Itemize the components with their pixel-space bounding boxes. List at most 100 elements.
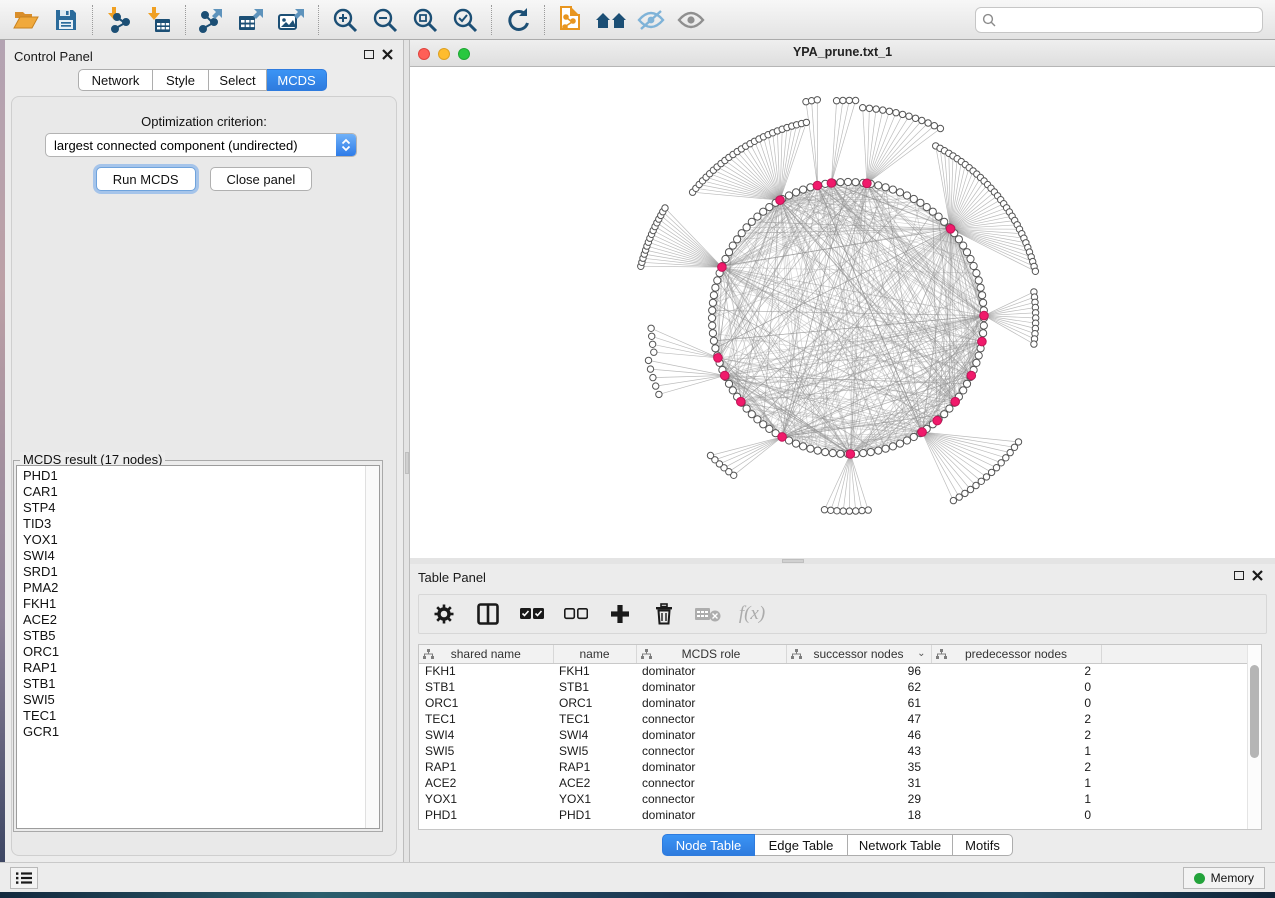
table-cell[interactable]: 96: [786, 663, 931, 679]
mcds-result-list[interactable]: PHD1CAR1STP4TID3YOX1SWI4SRD1PMA2FKH1ACE2…: [16, 465, 380, 829]
network-hub-node[interactable]: [933, 416, 942, 425]
network-leaf-node[interactable]: [656, 391, 662, 397]
network-node[interactable]: [975, 277, 982, 284]
zoom-selected-icon[interactable]: [445, 3, 485, 37]
network-node[interactable]: [829, 450, 836, 457]
table-cell[interactable]: 1: [931, 743, 1101, 759]
table-cell[interactable]: TEC1: [553, 711, 636, 727]
mcds-result-item[interactable]: PHD1: [23, 468, 379, 484]
table-cell[interactable]: 47: [786, 711, 931, 727]
table-cell[interactable]: dominator: [636, 679, 786, 695]
network-node[interactable]: [903, 192, 910, 199]
mcds-result-item[interactable]: YOX1: [23, 532, 379, 548]
table-cell[interactable]: RAP1: [553, 759, 636, 775]
network-node[interactable]: [710, 292, 717, 299]
table-cell[interactable]: 2: [931, 727, 1101, 743]
export-network-icon[interactable]: [192, 3, 232, 37]
network-node[interactable]: [710, 337, 717, 344]
network-leaf-node[interactable]: [648, 325, 654, 331]
network-leaf-node[interactable]: [859, 507, 865, 513]
table-cell[interactable]: PHD1: [553, 807, 636, 823]
network-node[interactable]: [725, 380, 732, 387]
mcds-result-item[interactable]: FKH1: [23, 596, 379, 612]
network-node[interactable]: [917, 199, 924, 206]
table-cell[interactable]: ORC1: [553, 695, 636, 711]
unselect-all-checkboxes-icon[interactable]: [563, 601, 589, 627]
network-leaf-node[interactable]: [1032, 268, 1038, 274]
table-row[interactable]: RAP1RAP1dominator352: [419, 759, 1249, 775]
mcds-result-item[interactable]: ACE2: [23, 612, 379, 628]
network-hub-node[interactable]: [980, 311, 989, 320]
table-cell[interactable]: TEC1: [419, 711, 553, 727]
table-scrollbar[interactable]: [1247, 645, 1261, 829]
tab-node-table[interactable]: Node Table: [662, 834, 755, 856]
table-cell[interactable]: 18: [786, 807, 931, 823]
network-node[interactable]: [709, 330, 716, 337]
float-panel-icon[interactable]: [364, 50, 374, 59]
network-leaf-node[interactable]: [650, 374, 656, 380]
network-node[interactable]: [729, 387, 736, 394]
network-node[interactable]: [837, 450, 844, 457]
network-node[interactable]: [709, 307, 716, 314]
mcds-result-item[interactable]: PMA2: [23, 580, 379, 596]
network-node[interactable]: [963, 249, 970, 256]
network-node[interactable]: [923, 204, 930, 211]
network-node[interactable]: [734, 236, 741, 243]
tab-mcds[interactable]: MCDS: [267, 69, 327, 91]
network-node[interactable]: [792, 440, 799, 447]
table-cell[interactable]: STB1: [553, 679, 636, 695]
import-network-icon[interactable]: [99, 3, 139, 37]
float-panel-icon[interactable]: [1234, 571, 1244, 580]
network-node[interactable]: [852, 179, 859, 186]
network-node[interactable]: [709, 299, 716, 306]
network-leaf-node[interactable]: [846, 97, 852, 103]
network-leaf-node[interactable]: [821, 507, 827, 513]
zoom-out-icon[interactable]: [365, 3, 405, 37]
network-node[interactable]: [722, 255, 729, 262]
network-leaf-node[interactable]: [803, 119, 809, 125]
network-leaf-node[interactable]: [853, 508, 859, 514]
mcds-result-item[interactable]: TID3: [23, 516, 379, 532]
import-table-icon[interactable]: [139, 3, 179, 37]
network-leaf-node[interactable]: [1031, 341, 1037, 347]
panel-layout-icon[interactable]: [475, 601, 501, 627]
splitter-grabber[interactable]: [782, 559, 804, 563]
network-leaf-node[interactable]: [840, 97, 846, 103]
table-cell[interactable]: 62: [786, 679, 931, 695]
table-cell[interactable]: 35: [786, 759, 931, 775]
network-node[interactable]: [903, 437, 910, 444]
table-cell[interactable]: 2: [931, 759, 1101, 775]
tab-select[interactable]: Select: [209, 69, 267, 91]
tab-style[interactable]: Style: [153, 69, 209, 91]
network-leaf-node[interactable]: [645, 357, 651, 363]
column-header-name[interactable]: name: [553, 645, 636, 663]
network-leaf-node[interactable]: [899, 111, 905, 117]
network-node[interactable]: [712, 284, 719, 291]
network-node[interactable]: [882, 445, 889, 452]
tab-edge-table[interactable]: Edge Table: [755, 834, 848, 856]
table-cell[interactable]: 2: [931, 711, 1101, 727]
column-settings-gear-icon[interactable]: [431, 601, 457, 627]
network-leaf-node[interactable]: [866, 105, 872, 111]
close-panel-icon[interactable]: [1252, 570, 1263, 581]
task-history-button[interactable]: [10, 867, 38, 889]
table-cell[interactable]: connector: [636, 711, 786, 727]
table-cell[interactable]: FKH1: [419, 663, 553, 679]
table-cell[interactable]: SWI4: [553, 727, 636, 743]
save-icon[interactable]: [46, 3, 86, 37]
network-hub-node[interactable]: [918, 428, 927, 437]
vertical-splitter[interactable]: [403, 40, 410, 862]
table-cell[interactable]: 1: [931, 775, 1101, 791]
network-leaf-node[interactable]: [962, 490, 968, 496]
network-node[interactable]: [760, 208, 767, 215]
table-cell[interactable]: YOX1: [553, 791, 636, 807]
network-hub-node[interactable]: [718, 263, 727, 272]
search-field[interactable]: [975, 7, 1263, 33]
network-node[interactable]: [822, 449, 829, 456]
network-hub-node[interactable]: [827, 179, 836, 188]
duplicate-network-icon[interactable]: [551, 3, 591, 37]
table-row[interactable]: STB1STB1dominator620: [419, 679, 1249, 695]
network-node[interactable]: [729, 242, 736, 249]
table-cell[interactable]: connector: [636, 775, 786, 791]
network-node[interactable]: [970, 262, 977, 269]
